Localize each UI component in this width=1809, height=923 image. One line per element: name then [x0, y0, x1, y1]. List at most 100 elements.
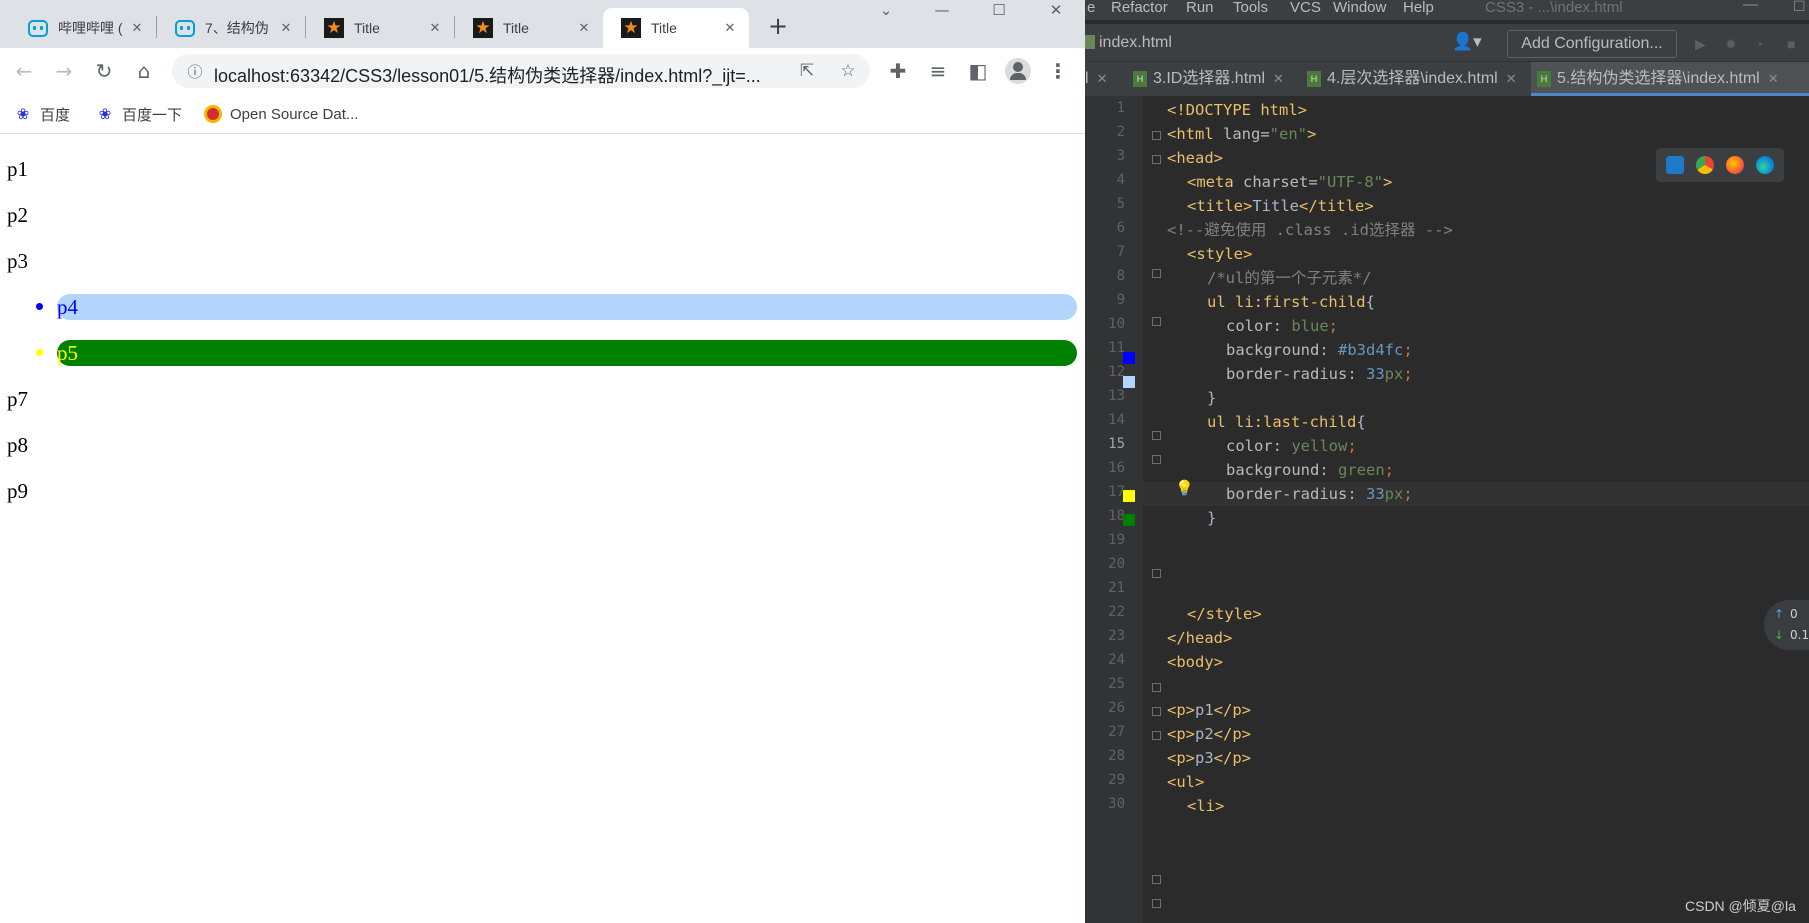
site-info-icon[interactable]: ⓘ [182, 58, 208, 84]
close-icon[interactable]: ✕ [1768, 71, 1779, 86]
editor-tab-structure-selector[interactable]: H 5.结构伪类选择器\index.html ✕ [1531, 62, 1809, 96]
list-item-last-child: p5 [57, 340, 1077, 366]
tab-title-2[interactable]: ★ Title ✕ [455, 8, 603, 48]
line-number: 7 [1116, 244, 1125, 260]
line-number: 3 [1116, 148, 1125, 164]
line-number: 22 [1108, 604, 1125, 620]
line-number: 21 [1108, 580, 1125, 596]
editor-tab-id-selector[interactable]: H 3.ID选择器.html ✕ [1133, 62, 1313, 96]
lightbulb-icon[interactable]: 💡 [1175, 479, 1194, 499]
close-icon[interactable]: ✕ [1273, 71, 1284, 86]
home-icon[interactable]: ⌂ [128, 55, 160, 87]
ide-minimize-icon[interactable]: — [1743, 0, 1758, 13]
add-configuration-button[interactable]: Add Configuration... [1507, 30, 1677, 58]
breadcrumb[interactable]: index.html [1099, 34, 1172, 52]
tab-title-active[interactable]: ★ Title ✕ [603, 8, 749, 48]
url-text: localhost:63342/CSS3/lesson01/5.结构伪类选择器/… [214, 66, 761, 86]
line-number: 4 [1116, 172, 1125, 188]
bookmark-star-icon[interactable]: ☆ [835, 58, 861, 84]
forward-arrow-icon[interactable]: → [48, 55, 80, 87]
baidu-paw-icon: ❀ [98, 106, 112, 123]
menu-tools[interactable]: Tools [1233, 0, 1268, 16]
extensions-puzzle-icon[interactable]: ✚ [882, 55, 914, 87]
intellij-star-icon: ★ [473, 18, 493, 38]
line-number: 5 [1116, 196, 1125, 212]
tab-label: 哔哩哔哩 ( [58, 20, 123, 36]
html-file-icon: H [1133, 70, 1147, 87]
line-number: 2 [1116, 124, 1125, 140]
close-icon[interactable]: ✕ [128, 19, 146, 37]
menu-vcs[interactable]: VCS [1290, 0, 1321, 16]
edge-icon[interactable] [1756, 156, 1774, 174]
menu-window[interactable]: Window [1333, 0, 1386, 16]
close-icon[interactable]: ✕ [277, 19, 295, 37]
code-editor[interactable] [1143, 96, 1809, 923]
bookmark-baidu[interactable]: ❀ 百度 [14, 103, 70, 125]
stop-icon[interactable]: ■ [1787, 36, 1803, 52]
line-number: 28 [1108, 748, 1125, 764]
run-icon[interactable]: ▶ [1695, 36, 1711, 52]
reload-icon[interactable]: ↻ [88, 55, 120, 87]
line-number: 1 [1116, 100, 1125, 116]
upload-speed: 0 [1790, 607, 1798, 621]
close-icon[interactable]: ✕ [721, 19, 739, 37]
menu-truncated[interactable]: e [1087, 0, 1095, 16]
line-number: 20 [1108, 556, 1125, 572]
menu-refactor[interactable]: Refactor [1111, 0, 1168, 16]
bookmark-label: Open Source Dat... [230, 105, 359, 123]
new-tab-button[interactable]: + [764, 13, 792, 41]
tab-strip: 哔哩哔哩 ( ✕ 7、结构伪 ✕ ★ Title ✕ ★ Title ✕ ★ T… [0, 0, 1085, 48]
firefox-icon[interactable] [1726, 156, 1744, 174]
chrome-icon[interactable] [1696, 156, 1714, 174]
tab-search-chevron-icon[interactable]: ⌄ [862, 0, 910, 24]
menu-run[interactable]: Run [1186, 0, 1214, 16]
bookmarks-bar: ❀ 百度 ❀ 百度一下 Open Source Dat... [0, 94, 1085, 134]
profile-avatar-icon[interactable] [1002, 55, 1034, 87]
back-arrow-icon[interactable]: ← [8, 55, 40, 87]
editor-tab-label: 4.层次选择器\index.html [1327, 70, 1498, 87]
editor-tabs: l ✕ H 3.ID选择器.html ✕ H 4.层次选择器\index.html ✕ H… [1085, 62, 1809, 96]
window-close-icon[interactable]: ✕ [1032, 0, 1080, 24]
share-icon[interactable]: ⇱ [794, 58, 820, 84]
user-vcs-icon[interactable]: 👤▾ [1452, 32, 1482, 52]
watermark: CSDN @倾夏@la [1685, 898, 1796, 914]
editor-tab-truncated[interactable]: l ✕ [1085, 62, 1125, 96]
maximize-icon[interactable]: ☐ [975, 0, 1023, 24]
menu-help[interactable]: Help [1403, 0, 1434, 16]
ide-title: CSS3 - ...\index.html [1485, 0, 1623, 16]
media-control-icon[interactable]: ≡ [922, 55, 954, 87]
paragraph-p1: p1 [7, 157, 28, 181]
ide-window: e Refactor Run Tools VCS Window Help CSS… [1085, 0, 1809, 923]
close-icon[interactable]: ✕ [575, 19, 593, 37]
download-arrow-icon: ↓ [1774, 628, 1785, 642]
address-bar[interactable]: ⓘ localhost:63342/CSS3/lesson01/5.结构伪类选择… [172, 54, 870, 88]
line-number: 13 [1108, 388, 1125, 404]
debug-icon[interactable]: ✹ [1725, 36, 1741, 52]
side-panel-icon[interactable]: ◧ [962, 55, 994, 87]
tab-bilibili[interactable]: 哔哩哔哩 ( ✕ [10, 8, 156, 48]
webstorm-icon[interactable] [1666, 156, 1684, 174]
intellij-star-icon: ★ [621, 18, 641, 38]
ide-maximize-icon[interactable]: ☐ [1793, 0, 1806, 15]
menu-kebab-icon[interactable]: ⋮ [1042, 55, 1074, 87]
tab-title-1[interactable]: ★ Title ✕ [306, 8, 454, 48]
bookmark-baidu-search[interactable]: ❀ 百度一下 [96, 103, 182, 125]
close-icon[interactable]: ✕ [1506, 71, 1517, 86]
coverage-icon[interactable]: ◔ [1755, 36, 1771, 52]
line-number: 19 [1108, 532, 1125, 548]
bookmark-open-source-data[interactable]: Open Source Dat... [204, 103, 358, 125]
tab-label: Title [354, 20, 380, 36]
intellij-star-icon: ★ [324, 18, 344, 38]
bilibili-icon [28, 18, 48, 38]
paragraph-p9: p9 [7, 479, 28, 503]
editor-tab-hierarchy-selector[interactable]: H 4.层次选择器\index.html ✕ [1307, 62, 1537, 96]
line-number: 14 [1108, 412, 1125, 428]
line-number: 24 [1108, 652, 1125, 668]
ide-navigation-bar: index.html 👤▾ Add Configuration... ▶ ✹ ◔… [1085, 24, 1809, 62]
close-icon[interactable]: ✕ [1097, 71, 1108, 86]
editor-tab-label: l [1085, 70, 1089, 87]
tab-structure-lesson[interactable]: 7、结构伪 ✕ [157, 8, 305, 48]
minimize-icon[interactable]: — [918, 0, 966, 24]
close-icon[interactable]: ✕ [426, 19, 444, 37]
line-number: 29 [1108, 772, 1125, 788]
